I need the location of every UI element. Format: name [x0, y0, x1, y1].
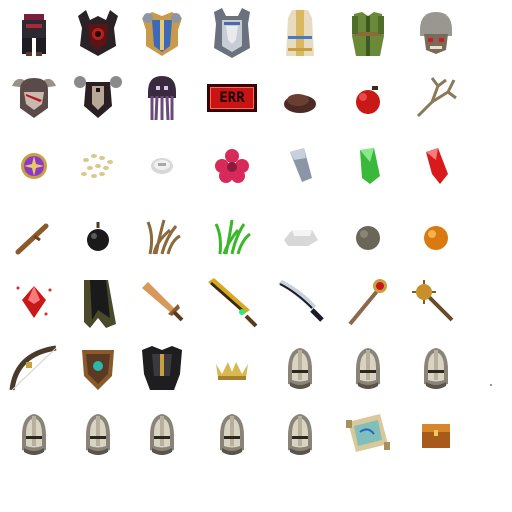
dark-tunic-icon	[2, 2, 66, 66]
knight-helmet-icon	[200, 402, 264, 466]
seeds-icon	[66, 134, 130, 198]
spiked-mace-icon	[404, 270, 468, 334]
knight-helmet-icon	[130, 402, 194, 466]
silver-coin-icon	[130, 134, 194, 198]
orc-helmet-icon	[404, 2, 468, 66]
black-heavy-armor-icon	[130, 336, 194, 400]
white-gold-robe-icon	[268, 2, 332, 66]
knight-helmet-icon	[66, 402, 130, 466]
magic-scroll-icon	[336, 402, 400, 466]
demon-chest-armor-icon	[66, 2, 130, 66]
green-crystal-icon	[336, 134, 400, 198]
bronze-sword-icon	[130, 270, 194, 334]
sprite-sheet: ERR	[0, 0, 512, 512]
green-grass-icon	[200, 204, 264, 268]
knight-helmet-icon	[2, 402, 66, 466]
dirt-mound-icon	[268, 66, 332, 130]
green-robe-icon	[336, 2, 400, 66]
error-placeholder-label: ERR	[219, 90, 245, 106]
iron-shard-icon	[268, 134, 332, 198]
grey-rock-icon	[336, 204, 400, 268]
error-placeholder-box: ERR	[207, 84, 257, 112]
golden-dragon-blade-icon	[200, 270, 264, 334]
error-placeholder-icon: ERR	[200, 66, 264, 130]
black-bomb-icon	[66, 204, 130, 268]
ruby-staff-icon	[336, 270, 400, 334]
knight-helmet-icon	[268, 336, 332, 400]
red-gem-icon	[2, 270, 66, 334]
recurve-bow-icon	[2, 336, 66, 400]
knight-helmet-icon	[404, 336, 468, 400]
dry-root-icon	[404, 66, 468, 130]
dark-cape-icon	[66, 270, 130, 334]
gold-purple-amulet-icon	[2, 134, 66, 198]
silver-plate-armor-icon	[200, 2, 264, 66]
dry-grass-icon	[130, 204, 194, 268]
treasure-chest-icon	[404, 402, 468, 466]
dark-shield-armor-icon	[66, 66, 130, 130]
white-stone-icon	[268, 204, 332, 268]
blue-gold-chest-armor-icon	[130, 2, 194, 66]
dark-curved-blade-icon	[268, 270, 332, 334]
horned-skull-helmet-icon	[2, 66, 66, 130]
red-berry-icon	[336, 66, 400, 130]
orange-orb-icon	[404, 204, 468, 268]
knight-helmet-icon	[336, 336, 400, 400]
ornate-shield-icon	[66, 336, 130, 400]
purple-tentacle-hood-icon	[130, 66, 194, 130]
wooden-stick-icon	[2, 204, 66, 268]
red-flower-icon	[200, 134, 264, 198]
stray-pixel	[490, 384, 492, 386]
red-crystal-icon	[404, 134, 468, 198]
golden-crown-icon	[200, 336, 264, 400]
knight-helmet-icon	[268, 402, 332, 466]
